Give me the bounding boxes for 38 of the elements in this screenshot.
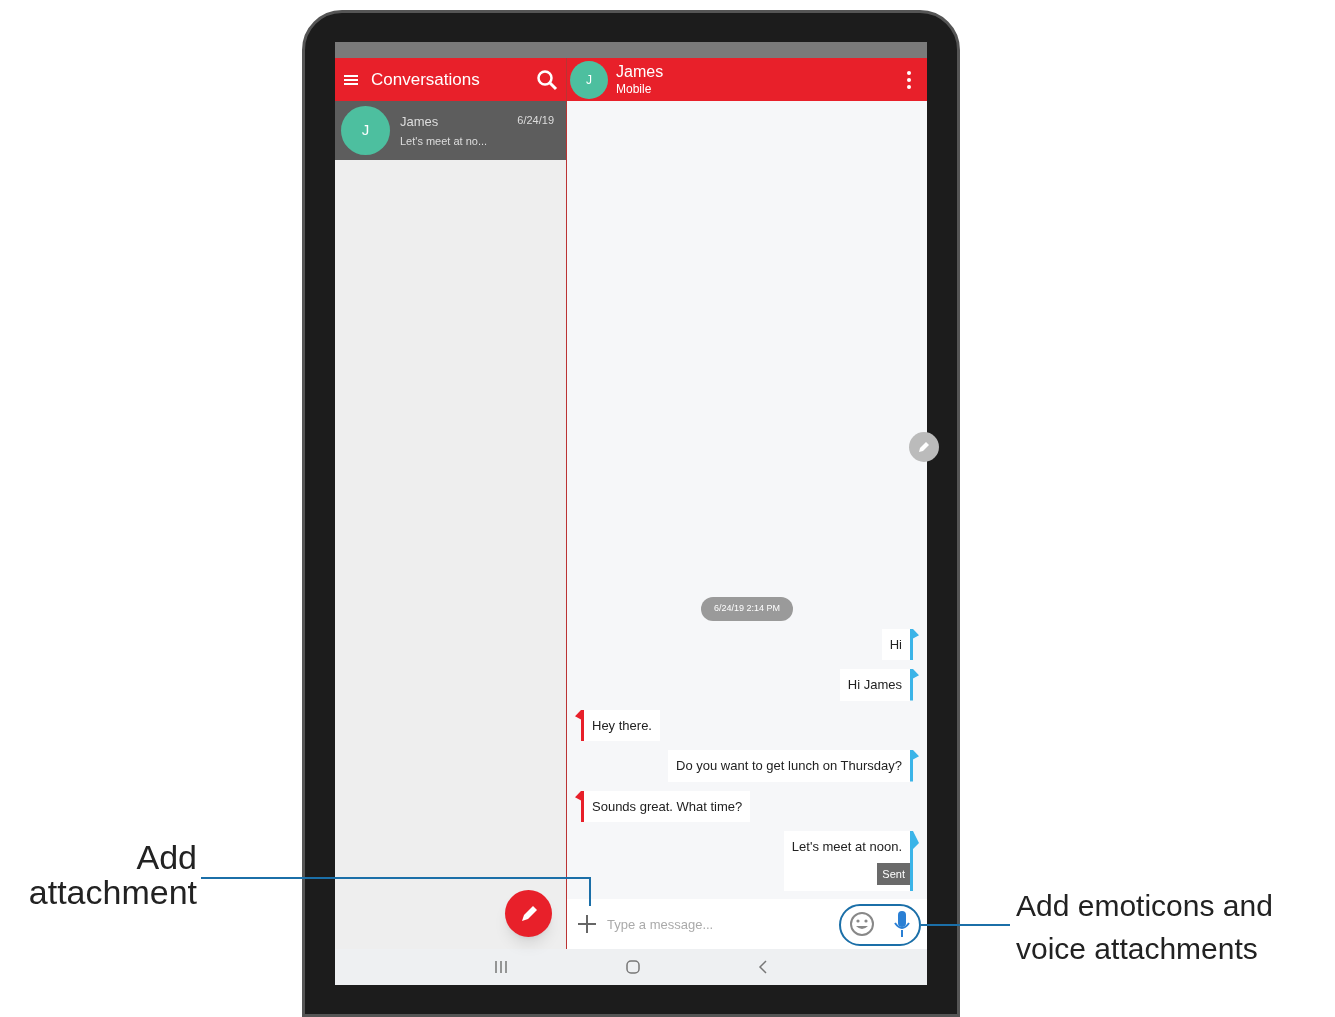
contact-subtitle: Mobile: [616, 82, 653, 97]
back-icon[interactable]: [758, 960, 768, 974]
smiley-icon[interactable]: [849, 911, 875, 937]
home-icon[interactable]: [626, 960, 640, 974]
callout-label: Add emoticons and voice attachments: [1016, 888, 1274, 967]
menu-icon[interactable]: [343, 72, 359, 87]
recent-apps-icon[interactable]: [494, 961, 508, 973]
pane-title: Conversations: [371, 68, 481, 91]
bubble-tail-icon: [910, 831, 919, 891]
timestamp-pill: 6/24/19 2:14 PM: [700, 597, 793, 621]
conversation-date: 6/24/19: [517, 112, 554, 128]
microphone-icon[interactable]: [893, 910, 911, 938]
message-text: Hi: [889, 635, 902, 654]
bubble-tail-icon: [910, 628, 919, 660]
message-text: Hey there.: [592, 716, 652, 735]
message-text: Let's meet at noon.: [791, 838, 902, 856]
message-composer[interactable]: Type a message...: [567, 899, 927, 949]
avatar: J: [570, 60, 608, 99]
pencil-icon: [917, 440, 931, 454]
contact-name: James: [400, 112, 439, 131]
more-options-icon[interactable]: [906, 69, 912, 90]
message-text: Sounds great. What time?: [592, 797, 743, 816]
search-icon[interactable]: [536, 68, 558, 91]
bubble-tail-icon: [910, 750, 919, 782]
plus-icon[interactable]: [577, 914, 597, 934]
callout-label: Add attachment: [27, 840, 197, 910]
bubble-tail-icon: [575, 790, 584, 822]
message-text: Hi James: [847, 676, 902, 694]
status-label: Sent: [877, 862, 910, 885]
bubble-tail-icon: [575, 709, 584, 741]
bubble-tail-icon: [910, 669, 919, 701]
compose-button[interactable]: [505, 890, 552, 937]
conversation-item[interactable]: J James 6/24/19 Let's meet at no...: [335, 101, 566, 160]
edit-button[interactable]: [909, 432, 939, 462]
message-text: Do you want to get lunch on Thursday?: [676, 757, 902, 775]
contact-name: James: [616, 62, 665, 82]
message-preview: Let's meet at no...: [400, 134, 489, 149]
avatar: J: [341, 106, 390, 155]
